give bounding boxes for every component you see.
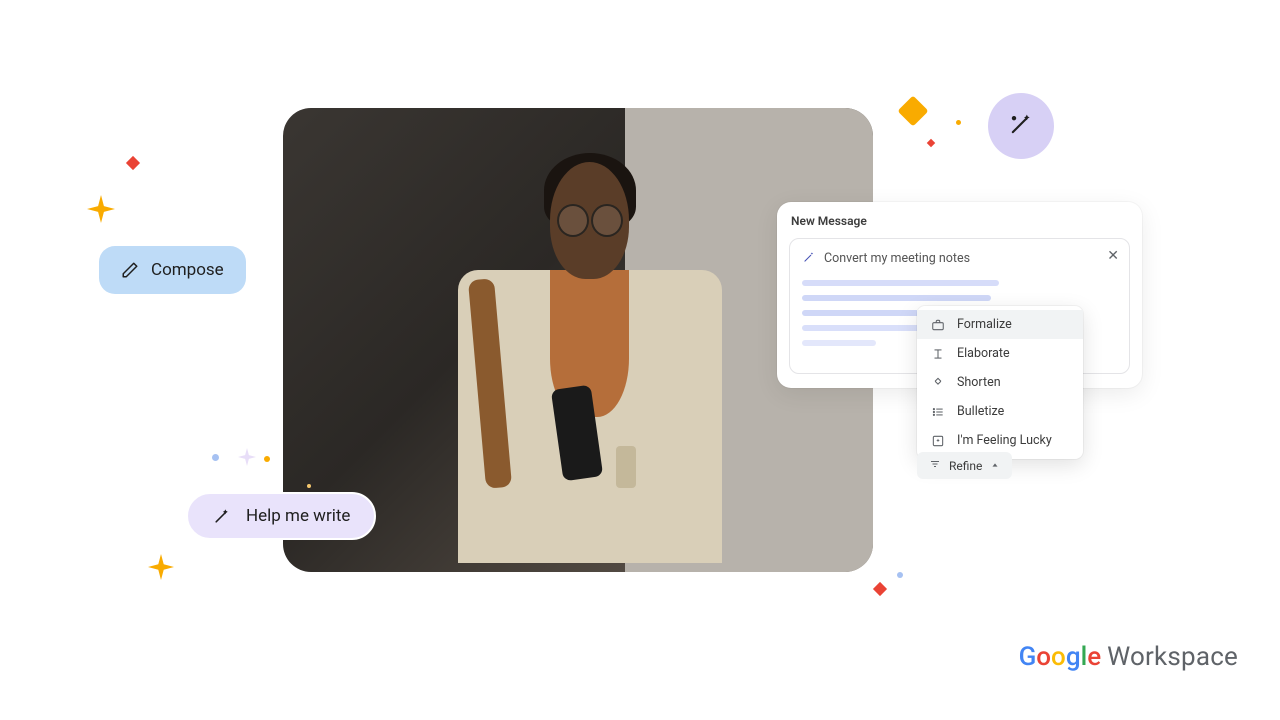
help-me-write-button[interactable]: Help me write bbox=[186, 492, 376, 540]
refine-option-lucky[interactable]: I'm Feeling Lucky bbox=[917, 426, 1083, 455]
compose-button[interactable]: Compose bbox=[99, 246, 246, 294]
refine-option-shorten[interactable]: Shorten bbox=[917, 368, 1083, 397]
filter-icon bbox=[929, 458, 941, 473]
close-icon[interactable]: ✕ bbox=[1107, 249, 1119, 263]
diamond-icon bbox=[126, 156, 140, 170]
expand-text-icon bbox=[931, 347, 945, 361]
diamond-icon bbox=[897, 95, 928, 126]
help-label: Help me write bbox=[246, 506, 350, 526]
dot-icon bbox=[897, 572, 903, 578]
bullet-list-icon bbox=[931, 405, 945, 419]
refine-option-label: Formalize bbox=[957, 317, 1012, 332]
refine-menu: Formalize Elaborate Shorten Bulletize I'… bbox=[917, 306, 1083, 459]
briefcase-icon bbox=[931, 318, 945, 332]
diamond-icon bbox=[927, 139, 935, 147]
compose-label: Compose bbox=[151, 260, 224, 280]
refine-option-label: Elaborate bbox=[957, 346, 1010, 361]
sparkle-icon bbox=[87, 195, 115, 223]
collapse-icon bbox=[931, 376, 945, 390]
refine-button-label: Refine bbox=[949, 459, 982, 473]
refine-option-label: Bulletize bbox=[957, 404, 1004, 419]
magic-wand-icon bbox=[212, 506, 232, 526]
refine-option-label: Shorten bbox=[957, 375, 1001, 390]
sparkle-icon bbox=[238, 448, 256, 466]
refine-button[interactable]: Refine bbox=[917, 452, 1012, 479]
dot-icon bbox=[264, 456, 270, 462]
chevron-up-icon bbox=[990, 459, 1000, 473]
window-title: New Message bbox=[791, 214, 1130, 228]
pen-sparkle-icon bbox=[802, 249, 816, 268]
dot-icon bbox=[212, 454, 219, 461]
sparkle-icon bbox=[148, 554, 174, 580]
refine-option-elaborate[interactable]: Elaborate bbox=[917, 339, 1083, 368]
pencil-icon bbox=[121, 261, 139, 279]
refine-option-formalize[interactable]: Formalize bbox=[917, 310, 1083, 339]
refine-option-label: I'm Feeling Lucky bbox=[957, 433, 1052, 448]
magic-wand-badge bbox=[988, 93, 1054, 159]
refine-option-bulletize[interactable]: Bulletize bbox=[917, 397, 1083, 426]
diamond-icon bbox=[873, 582, 887, 596]
dot-icon bbox=[956, 120, 961, 125]
sparkle-square-icon bbox=[931, 434, 945, 448]
magic-wand-icon bbox=[1007, 110, 1035, 142]
prompt-input[interactable]: Convert my meeting notes bbox=[824, 251, 1117, 266]
google-workspace-logo: Google Workspace bbox=[1019, 642, 1238, 672]
